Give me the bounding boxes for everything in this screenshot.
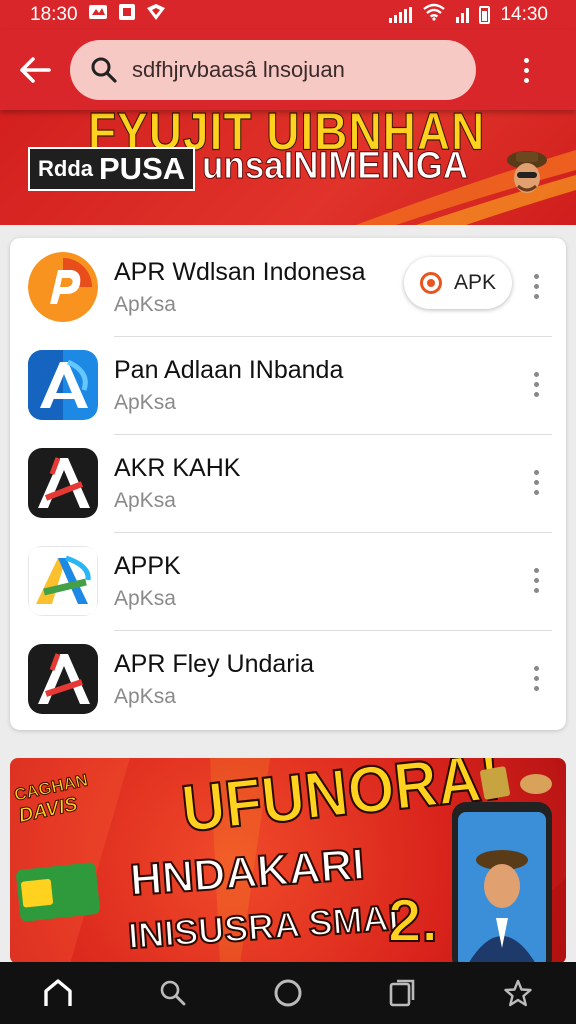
item-menu-button[interactable] — [526, 274, 546, 302]
app-name: APPK — [114, 552, 181, 580]
battery-icon — [479, 6, 491, 24]
search-input[interactable]: sdfhjrvbaasâ lnsojuan — [70, 40, 476, 100]
star-icon — [504, 979, 533, 1007]
search-icon — [160, 980, 186, 1006]
nav-home[interactable] — [28, 962, 88, 1024]
app-list-card: APR Wdlsan Indonesa ApKsa APK Pan Adlaan… — [10, 238, 566, 730]
status-left: 18:30 — [30, 3, 166, 27]
nav-search[interactable] — [143, 962, 203, 1024]
recents-icon — [389, 979, 415, 1007]
item-menu-button[interactable] — [526, 568, 546, 596]
more-vert-icon — [533, 372, 539, 400]
top-app-bar: sdfhjrvbaasâ lnsojuan — [0, 30, 576, 110]
wallet-icon — [16, 862, 100, 922]
phone-mascot-image — [452, 802, 552, 964]
list-item[interactable]: Pan Adlaan INbanda ApKsa — [10, 336, 566, 434]
promo-big-number: 2. — [387, 886, 439, 955]
banner-chip-big: PUSA — [99, 151, 186, 186]
wifi-icon — [422, 3, 446, 27]
status-bar: 18:30 14:30 — [0, 0, 576, 30]
more-vert-icon — [533, 568, 539, 596]
overflow-menu-button[interactable] — [476, 30, 576, 110]
more-vert-icon — [533, 666, 539, 694]
list-item[interactable]: AKR KAHK ApKsa — [10, 434, 566, 532]
list-item[interactable]: APPK ApKsa — [10, 532, 566, 630]
item-menu-button[interactable] — [526, 372, 546, 400]
nav-recents[interactable] — [373, 962, 433, 1024]
banner-subtitle: unsaINIMEINGA — [202, 145, 469, 188]
app-logo-orange-icon — [28, 252, 98, 322]
app-logo-colorful-a-icon — [28, 546, 98, 616]
signal-secondary-icon — [456, 7, 470, 23]
home-icon — [43, 979, 72, 1006]
app-subtitle: ApKsa — [114, 293, 176, 316]
signal-icon — [389, 7, 413, 23]
nav-home-circle[interactable] — [258, 962, 318, 1024]
banner-chip: Rdda PUSA — [28, 147, 196, 191]
more-vert-icon — [523, 57, 529, 83]
status-time-right: 14:30 — [500, 4, 548, 25]
banner-chip-small: Rdda — [38, 156, 93, 181]
app-text: AKR KAHK ApKsa — [114, 454, 240, 513]
app-text: APR Fley Undaria ApKsa — [114, 650, 314, 709]
app-name: APR Wdlsan Indonesa — [114, 258, 366, 286]
app-name: APR Fley Undaria — [114, 650, 315, 678]
apk-download-button[interactable]: APK — [404, 257, 512, 309]
app-subtitle: ApKsa — [114, 685, 176, 708]
app-subtitle: ApKsa — [114, 391, 176, 414]
apk-icon — [419, 272, 442, 294]
app-text: APR Wdlsan Indonesa ApKsa — [114, 258, 366, 317]
promo-banner[interactable]: CAGHAN DAVIS UFUNORA! HNDAKARI INISUSRA … — [10, 758, 566, 964]
app-text: APPK ApKsa — [114, 552, 181, 611]
app-text: Pan Adlaan INbanda ApKsa — [114, 356, 343, 415]
search-query: sdfhjrvbaasâ lnsojuan — [132, 57, 345, 82]
app-name: AKR KAHK — [114, 454, 241, 482]
shield-icon — [146, 3, 166, 27]
money-decoration — [480, 766, 552, 800]
item-menu-button[interactable] — [526, 470, 546, 498]
notification-icon — [88, 3, 108, 27]
mascot-icon — [507, 151, 547, 193]
app-notification-icon — [118, 3, 136, 27]
app-logo-black-a-icon — [28, 448, 98, 518]
app-logo-blue-a-icon — [28, 350, 98, 420]
status-right: 14:30 — [389, 3, 548, 27]
search-icon — [91, 57, 117, 83]
app-logo-black-a-icon — [28, 644, 98, 714]
app-subtitle: ApKsa — [114, 587, 176, 610]
list-item[interactable]: APR Wdlsan Indonesa ApKsa APK — [10, 238, 566, 336]
back-arrow-icon — [20, 57, 51, 83]
item-menu-button[interactable] — [526, 666, 546, 694]
status-time-left: 18:30 — [30, 4, 78, 25]
bottom-nav-bar — [0, 962, 576, 1024]
list-item[interactable]: APR Fley Undaria ApKsa — [10, 630, 566, 728]
app-name: Pan Adlaan INbanda — [114, 356, 344, 384]
top-banner[interactable]: FYUJIT UIBNHAN Rdda PUSA unsaINIMEINGA — [0, 110, 576, 225]
back-button[interactable] — [0, 30, 70, 110]
more-vert-icon — [533, 470, 539, 498]
circle-icon — [274, 979, 302, 1007]
more-vert-icon — [533, 274, 539, 302]
nav-favorites[interactable] — [488, 962, 548, 1024]
app-subtitle: ApKsa — [114, 489, 176, 512]
apk-button-label: APK — [453, 271, 497, 294]
